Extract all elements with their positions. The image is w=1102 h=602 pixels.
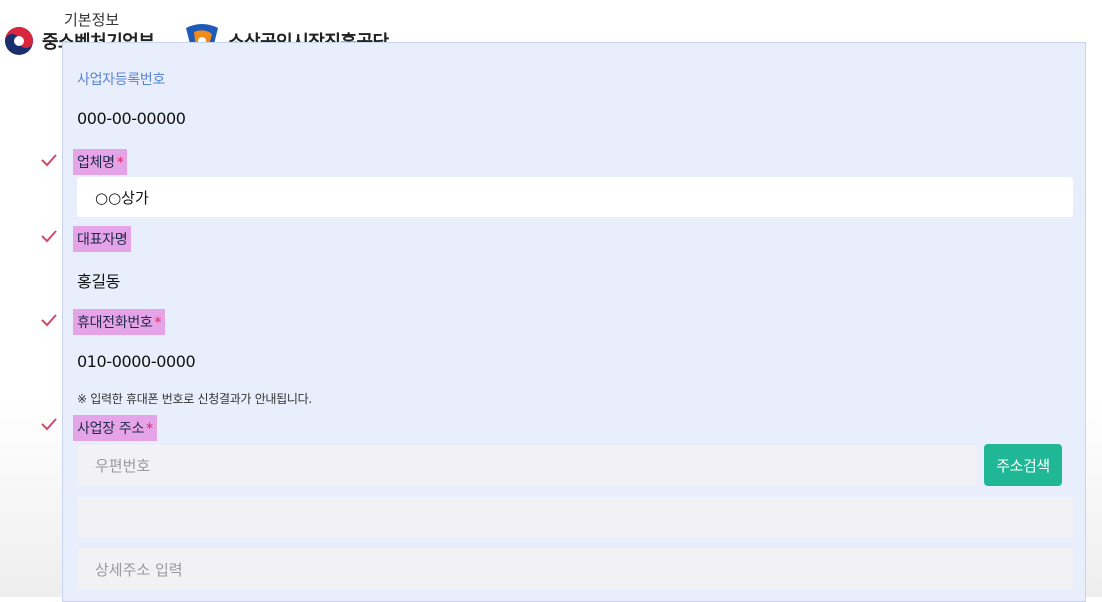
detail-address-placeholder: 상세주소 입력 [95,560,183,579]
mobile-label-text: 휴대전화번호 [77,315,153,331]
checkmark-icon [41,418,57,431]
address-input[interactable] [77,497,1073,538]
postal-code-placeholder: 우편번호 [95,457,151,475]
gov-subtitle: 기본정보 [64,11,120,29]
taegeuk-logo-icon [5,27,33,55]
representative-label: 대표자명 [73,226,132,252]
required-mark: * [116,155,124,171]
required-mark: * [154,315,162,331]
checkmark-icon [41,314,57,327]
company-name-label-text: 업체명 [77,155,115,171]
detail-address-input[interactable]: 상세주소 입력 [77,548,1073,590]
company-name-input[interactable]: ○○상가 [77,177,1073,217]
required-mark: * [146,421,153,437]
business-number-value: 000-00-00000 [77,109,186,128]
representative-value: 홍길동 [77,272,120,291]
checkmark-icon [41,154,57,167]
address-search-button[interactable]: 주소검색 [984,444,1062,486]
address-label: 사업장 주소 * [73,415,157,441]
mobile-value: 010-0000-0000 [77,352,196,371]
company-name-value: ○○상가 [95,188,149,207]
mobile-note: ※ 입력한 휴대폰 번호로 신청결과가 안내됩니다. [77,392,312,406]
mobile-label: 휴대전화번호 * [73,309,166,335]
checkmark-icon [41,230,57,243]
company-name-label: 업체명 * [73,149,128,175]
address-label-text: 사업장 주소 [77,421,145,437]
postal-code-input[interactable]: 우편번호 [77,445,977,486]
business-number-label: 사업자등록번호 [77,72,166,88]
form-panel: 사업자등록번호 000-00-00000 업체명 * ○○상가 대표자명 홍길동 … [62,42,1086,602]
